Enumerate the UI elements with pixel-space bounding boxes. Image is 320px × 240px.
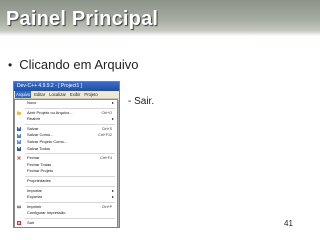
submenu-arrow-icon: ▸ (111, 187, 114, 193)
menu-item-importar[interactable]: Importar ▸ (15, 188, 117, 195)
submenu-arrow-icon: ▸ (111, 100, 114, 105)
menu-item-exportar[interactable]: Exportar ▸ (15, 194, 117, 201)
menu-item-salvar-como[interactable]: Salvar Como... Ctrl+F12 (15, 132, 117, 139)
menu-item-label: Importar (27, 187, 42, 193)
menu-item-shortcut: Ctrl+O (101, 110, 112, 115)
menu-item-label: Sair (27, 219, 35, 225)
menu-item-label: Novo (27, 100, 37, 105)
menu-projeto[interactable]: Projeto (83, 91, 98, 98)
submenu-arrow-icon: ▸ (111, 194, 114, 200)
menu-item-label: Salvar Todos (27, 145, 51, 151)
menu-item-salvar-todos[interactable]: Salvar Todos (15, 146, 117, 153)
menu-item-imprimir[interactable]: Imprimir Ctrl+P (15, 204, 117, 211)
menu-item-label: Imprimir (27, 203, 42, 209)
menu-item-label: Reabrir (27, 116, 41, 122)
menu-exibir[interactable]: Exibir (69, 91, 81, 98)
floppy-disk-icon (17, 127, 21, 132)
menu-item-label: Fechar Projeto (27, 168, 54, 174)
submenu-arrow-icon: ▸ (111, 116, 114, 122)
menu-item-novo[interactable]: Novo ▸ (15, 100, 117, 107)
menu-item-fechar-projeto[interactable]: Fechar Projeto (15, 168, 117, 175)
folder-open-icon (17, 111, 21, 115)
menu-item-shortcut: Ctrl+P (101, 204, 112, 209)
menu-item-label: Fechar (27, 155, 40, 161)
menu-item-label: Abrir Projeto ou Arquivo... (27, 109, 73, 115)
bullet-item: • Clicando em Arquivo (8, 57, 138, 72)
window-titlebar: Dev-C++ 4.9.9.2 - [ Project1 ] (14, 82, 119, 91)
menu-item-label: Exportar (27, 194, 43, 200)
menu-item-reabrir[interactable]: Reabrir ▸ (15, 116, 117, 123)
menu-editar[interactable]: Editar (33, 91, 46, 98)
menu-item-label: Propriedades (27, 177, 51, 183)
menu-item-label: Configurar Impressão (27, 210, 66, 216)
menu-item-shortcut: Ctrl+F12 (98, 133, 112, 138)
menu-item-salvar-projeto-como[interactable]: Salvar Projeto Como... (15, 139, 117, 146)
app-window-screenshot: Dev-C++ 4.9.9.2 - [ Project1 ] Arquivo E… (13, 81, 120, 228)
menu-item-configurar-impressao[interactable]: Configurar Impressão (15, 210, 117, 217)
menu-item-fechar[interactable]: Fechar Ctrl+F4 (15, 155, 117, 162)
save-project-icon (17, 140, 21, 145)
sair-annotation: - Sair. (128, 96, 155, 107)
menu-item-label: Salvar (27, 125, 39, 131)
slide-title: Painel Principal (6, 8, 159, 30)
exit-icon (17, 221, 21, 226)
bullet-text: Clicando em Arquivo (19, 57, 139, 72)
menu-item-salvar[interactable]: Salvar Ctrl+S (15, 126, 117, 133)
file-menu-dropdown: Novo ▸ Abrir Projeto ou Arquivo... Ctrl+… (14, 99, 118, 227)
save-as-icon (17, 133, 21, 138)
page-number: 41 (284, 219, 293, 228)
save-all-icon (17, 146, 21, 151)
menu-localizar[interactable]: Localizar (48, 91, 67, 98)
menu-arquivo[interactable]: Arquivo (15, 91, 32, 98)
close-file-icon (17, 156, 21, 161)
bullet-dot-icon: • (8, 58, 13, 72)
menu-item-label: Salvar Projeto Como... (27, 138, 68, 144)
menu-item-propriedades[interactable]: Propriedades (15, 178, 117, 185)
menu-item-shortcut: Ctrl+S (101, 126, 112, 131)
menu-item-sair[interactable]: Sair (15, 220, 117, 227)
menu-item-label: Salvar Como... (27, 132, 54, 138)
menu-item-fechar-todas[interactable]: Fechar Todas (15, 162, 117, 169)
printer-icon (17, 205, 21, 209)
menu-item-label: Fechar Todas (27, 161, 52, 167)
menu-item-shortcut: Ctrl+F4 (100, 156, 112, 161)
menu-item-abrir[interactable]: Abrir Projeto ou Arquivo... Ctrl+O (15, 110, 117, 117)
menubar: Arquivo Editar Localizar Exibir Projeto (14, 91, 119, 99)
